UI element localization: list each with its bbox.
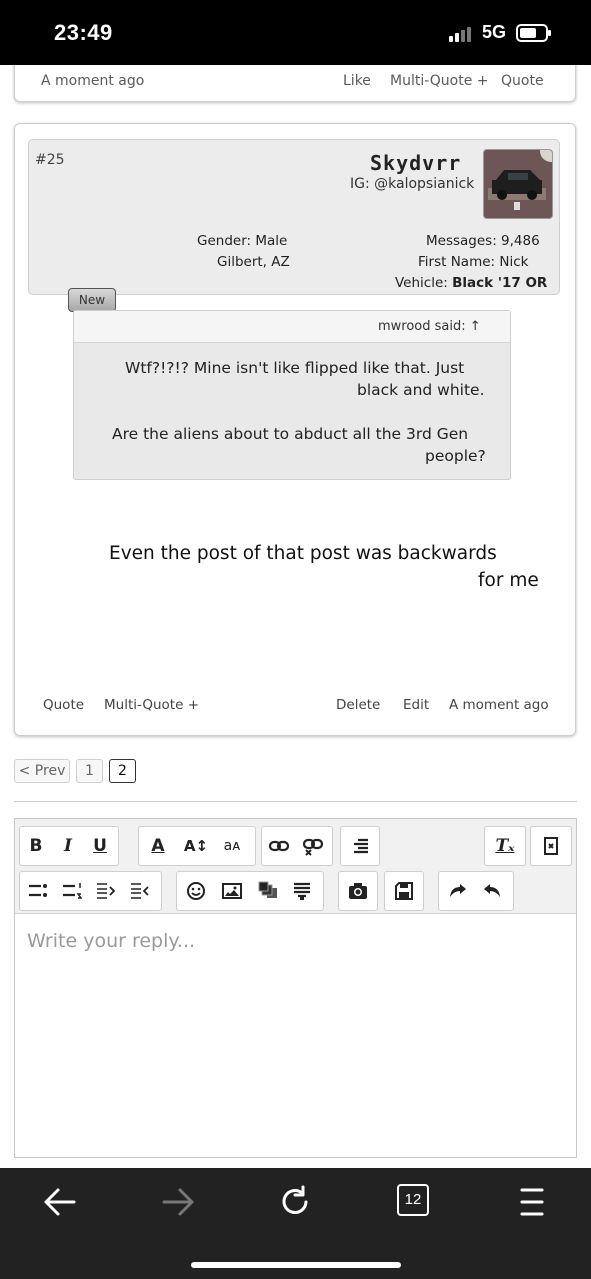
font-size-button[interactable]: A↕ — [181, 827, 211, 865]
divider — [14, 801, 577, 802]
prev-page-button[interactable]: < Prev — [14, 759, 70, 783]
quote-button-post[interactable]: Quote — [43, 697, 84, 713]
image-icon[interactable] — [217, 872, 247, 910]
italic-button[interactable]: I — [53, 827, 83, 865]
page-2-button[interactable]: 2 — [109, 759, 136, 783]
camera-icon[interactable] — [343, 872, 373, 910]
link-icon[interactable] — [264, 827, 294, 865]
message-line-2: for me — [478, 570, 539, 591]
numbered-list-icon[interactable] — [57, 872, 87, 910]
undo-icon[interactable] — [443, 872, 473, 910]
back-arrow-icon[interactable] — [30, 1182, 90, 1222]
prev-post-timestamp: A moment ago — [41, 73, 145, 89]
toggle-bbcode-icon[interactable] — [536, 827, 566, 865]
reload-icon[interactable] — [265, 1182, 325, 1222]
link-group — [261, 826, 333, 866]
page-1-button[interactable]: 1 — [76, 759, 103, 783]
status-time: 23:49 — [54, 20, 113, 45]
status-bar: 23:49 5G — [0, 0, 591, 65]
home-indicator — [191, 1262, 401, 1268]
unlink-icon[interactable] — [298, 827, 328, 865]
list-group — [19, 871, 162, 911]
quote-insert-icon[interactable] — [287, 872, 317, 910]
network-label: 5G — [482, 22, 507, 42]
browser-toolbar: 12 — [0, 1168, 591, 1279]
message-line-1: Even the post of that post was backwards — [109, 543, 497, 564]
format-group: B I U — [19, 826, 119, 866]
quote-button[interactable]: Quote — [501, 73, 544, 89]
redo-icon[interactable] — [477, 872, 507, 910]
signal-icon — [449, 26, 475, 42]
font-family-button[interactable]: aᴀ — [217, 827, 247, 865]
smilie-icon[interactable] — [181, 872, 211, 910]
menu-icon[interactable] — [502, 1182, 562, 1222]
outdent-icon[interactable] — [91, 872, 121, 910]
like-button[interactable]: Like — [343, 73, 371, 89]
battery-icon — [516, 24, 551, 42]
forward-arrow-icon[interactable] — [148, 1182, 208, 1222]
remove-format-button[interactable]: Tₓ — [490, 827, 520, 865]
camera-group — [338, 871, 378, 911]
post-timestamp: A moment ago — [449, 697, 549, 713]
remove-format-group: Tₓ — [484, 826, 526, 866]
editor-toolbar: B I U A A↕ aᴀ Tₓ — [15, 819, 576, 914]
reply-editor: B I U A A↕ aᴀ Tₓ Write your reply... — [14, 818, 577, 1158]
underline-button[interactable]: U — [85, 827, 115, 865]
delete-button[interactable]: Delete — [336, 697, 380, 713]
text-color-button[interactable]: A — [143, 827, 173, 865]
align-group — [340, 826, 380, 866]
page-content: A moment ago Like Multi-Quote + Quote Sk… — [0, 65, 591, 1168]
previous-post-card: A moment ago Like Multi-Quote + Quote — [14, 65, 576, 102]
insert-group — [176, 871, 324, 911]
post-card: Skydvrr IG: @kalopsianick #25 Messages: … — [14, 123, 576, 736]
save-draft-group — [384, 871, 424, 911]
reply-textarea[interactable]: Write your reply... — [15, 914, 576, 1157]
edit-button[interactable]: Edit — [403, 697, 429, 713]
toggle-bbcode-group — [530, 826, 572, 866]
multi-quote-button[interactable]: Multi-Quote + — [390, 73, 489, 89]
tabs-button[interactable]: 12 — [397, 1184, 429, 1216]
bullet-list-icon[interactable] — [23, 872, 53, 910]
multi-quote-button-post[interactable]: Multi-Quote + — [104, 697, 199, 713]
undo-redo-group — [438, 871, 514, 911]
align-icon[interactable] — [345, 827, 375, 865]
media-icon[interactable] — [253, 872, 283, 910]
reply-placeholder: Write your reply... — [27, 930, 196, 952]
bold-button[interactable]: B — [21, 827, 51, 865]
indent-icon[interactable] — [125, 872, 155, 910]
save-draft-icon[interactable] — [389, 872, 419, 910]
font-group: A A↕ aᴀ — [138, 826, 256, 866]
